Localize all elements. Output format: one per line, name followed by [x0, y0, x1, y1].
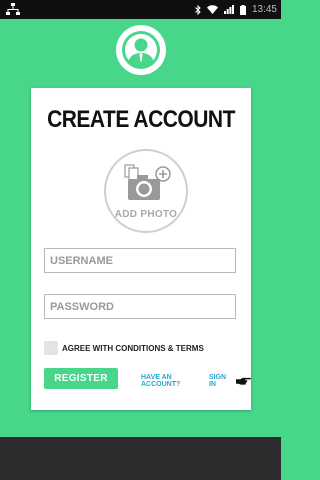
- create-account-card: CREATE ACCOUNT ADD PHOTO AGREE WITH COND…: [31, 88, 251, 410]
- pointing-hand-icon: [235, 377, 251, 385]
- navigation-bar: [0, 437, 281, 480]
- sign-in-row: HAVE AN ACCOUNT? SIGN IN: [141, 374, 251, 388]
- app-logo: [116, 25, 166, 75]
- username-input[interactable]: [45, 249, 235, 272]
- password-input[interactable]: [45, 295, 235, 318]
- page-title: CREATE ACCOUNT: [47, 106, 235, 133]
- agree-terms-row: AGREE WITH CONDITIONS & TERMS: [44, 341, 204, 355]
- bluetooth-icon: [195, 4, 201, 15]
- user-avatar-icon: [122, 31, 160, 69]
- username-field-box: [44, 248, 236, 273]
- battery-icon: [239, 4, 246, 15]
- have-account-text: HAVE AN ACCOUNT?: [141, 374, 181, 388]
- wifi-icon: [206, 5, 218, 14]
- status-time: 13:45: [251, 4, 277, 15]
- agree-terms-label: AGREE WITH CONDITIONS & TERMS: [62, 343, 204, 353]
- signal-icon: [223, 5, 234, 14]
- agree-terms-checkbox[interactable]: [44, 341, 58, 355]
- password-field-box: [44, 294, 236, 319]
- register-button[interactable]: REGISTER: [44, 368, 118, 389]
- add-photo-button[interactable]: ADD PHOTO: [104, 149, 188, 233]
- network-icon: [6, 3, 20, 15]
- add-photo-label: ADD PHOTO: [114, 209, 178, 220]
- status-bar: 13:45: [0, 0, 281, 19]
- sign-in-link[interactable]: SIGN IN: [209, 374, 233, 388]
